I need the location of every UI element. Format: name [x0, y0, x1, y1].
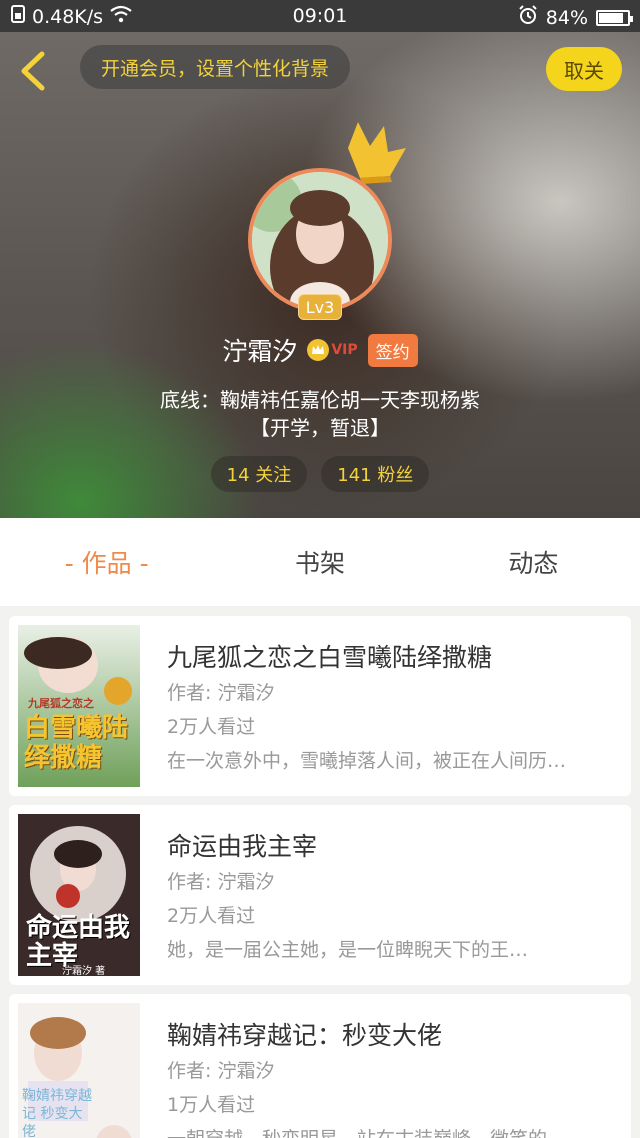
cover-title: 鞠婧祎穿越记 秒变大佬 [22, 1088, 92, 1138]
unfollow-button[interactable]: 取关 [546, 47, 622, 91]
battery-percent: 84% [545, 6, 588, 29]
book-cover: 鞠婧祎穿越记 秒变大佬 [18, 1003, 140, 1138]
chevron-left-icon [21, 51, 45, 91]
followers-count[interactable]: 141 粉丝 [321, 456, 430, 492]
stats-row: 14 关注 141 粉丝 [0, 456, 640, 492]
bio-line-1: 底线：鞠婧祎任嘉伦胡一天李现杨紫 [160, 388, 480, 412]
book-author: 作者: 泞霜汐 [167, 1060, 275, 1082]
tab-activity[interactable]: 动态 [427, 518, 640, 606]
book-card[interactable]: 鞠婧祎穿越记 秒变大佬 鞠婧祎穿越记：秒变大佬 作者: 泞霜汐 1万人看过 一朝… [9, 994, 631, 1138]
status-bar: 0.48K/s 09:01 84% [0, 0, 640, 32]
battery-icon [596, 9, 633, 26]
alarm-icon [518, 5, 538, 30]
book-description: 一朝穿越，秒变明星，站在古装巅峰，微笑的… [167, 1124, 617, 1138]
username: 泞霜汐 [222, 337, 298, 366]
profile-tabs: - 作品 - 书架 动态 [0, 518, 640, 606]
vip-label: VIP [331, 342, 358, 358]
status-right: 84% [518, 5, 633, 30]
tab-works[interactable]: - 作品 - [0, 518, 213, 606]
book-cover: 九尾狐之恋之 白雪曦陆绎撒糖 [18, 625, 140, 787]
vip-badge[interactable]: VIP [307, 339, 358, 361]
book-title[interactable]: 命运由我主宰 [167, 827, 317, 863]
book-card[interactable]: 九尾狐之恋之 白雪曦陆绎撒糖 九尾狐之恋之白雪曦陆绎撒糖 作者: 泞霜汐 2万人… [9, 616, 631, 796]
following-count[interactable]: 14 关注 [210, 456, 308, 492]
profile-header: 开通会员，设置个性化背景 取关 Lv3 泞霜汐 VIP 签约 底线：鞠婧祎任嘉伦… [0, 32, 640, 518]
book-views: 2万人看过 [167, 716, 256, 738]
book-author: 作者: 泞霜汐 [167, 871, 275, 893]
book-title[interactable]: 鞠婧祎穿越记：秒变大佬 [167, 1016, 442, 1052]
avatar-image [252, 172, 388, 308]
cover-subtitle: 泞霜汐 著 [62, 966, 106, 976]
book-list: 九尾狐之恋之 白雪曦陆绎撒糖 九尾狐之恋之白雪曦陆绎撒糖 作者: 泞霜汐 2万人… [0, 606, 640, 1138]
back-button[interactable] [16, 50, 52, 92]
avatar[interactable] [248, 168, 392, 312]
level-badge: Lv3 [298, 294, 342, 320]
book-cover: 命运由我主宰 泞霜汐 著 [18, 814, 140, 976]
name-row: 泞霜汐 VIP 签约 [0, 330, 640, 370]
book-views: 1万人看过 [167, 1094, 256, 1116]
tab-bookshelf[interactable]: 书架 [213, 518, 426, 606]
book-views: 2万人看过 [167, 905, 256, 927]
bio-line-2: 【开学，暂退】 [250, 416, 390, 440]
book-description: 在一次意外中，雪曦掉落人间，被正在人间历… [167, 750, 567, 772]
book-card[interactable]: 命运由我主宰 泞霜汐 著 命运由我主宰 作者: 泞霜汐 2万人看过 她，是一届公… [9, 805, 631, 985]
vip-crown-icon [307, 339, 330, 361]
signed-badge: 签约 [367, 333, 418, 367]
book-title[interactable]: 九尾狐之恋之白雪曦陆绎撒糖 [167, 638, 492, 674]
cover-subtitle: 九尾狐之恋之 [28, 697, 94, 710]
member-background-prompt[interactable]: 开通会员，设置个性化背景 [80, 45, 350, 89]
book-description: 她，是一届公主她，是一位睥睨天下的王… [167, 939, 529, 961]
book-author: 作者: 泞霜汐 [167, 682, 275, 704]
cover-title: 白雪曦陆绎撒糖 [24, 713, 129, 773]
